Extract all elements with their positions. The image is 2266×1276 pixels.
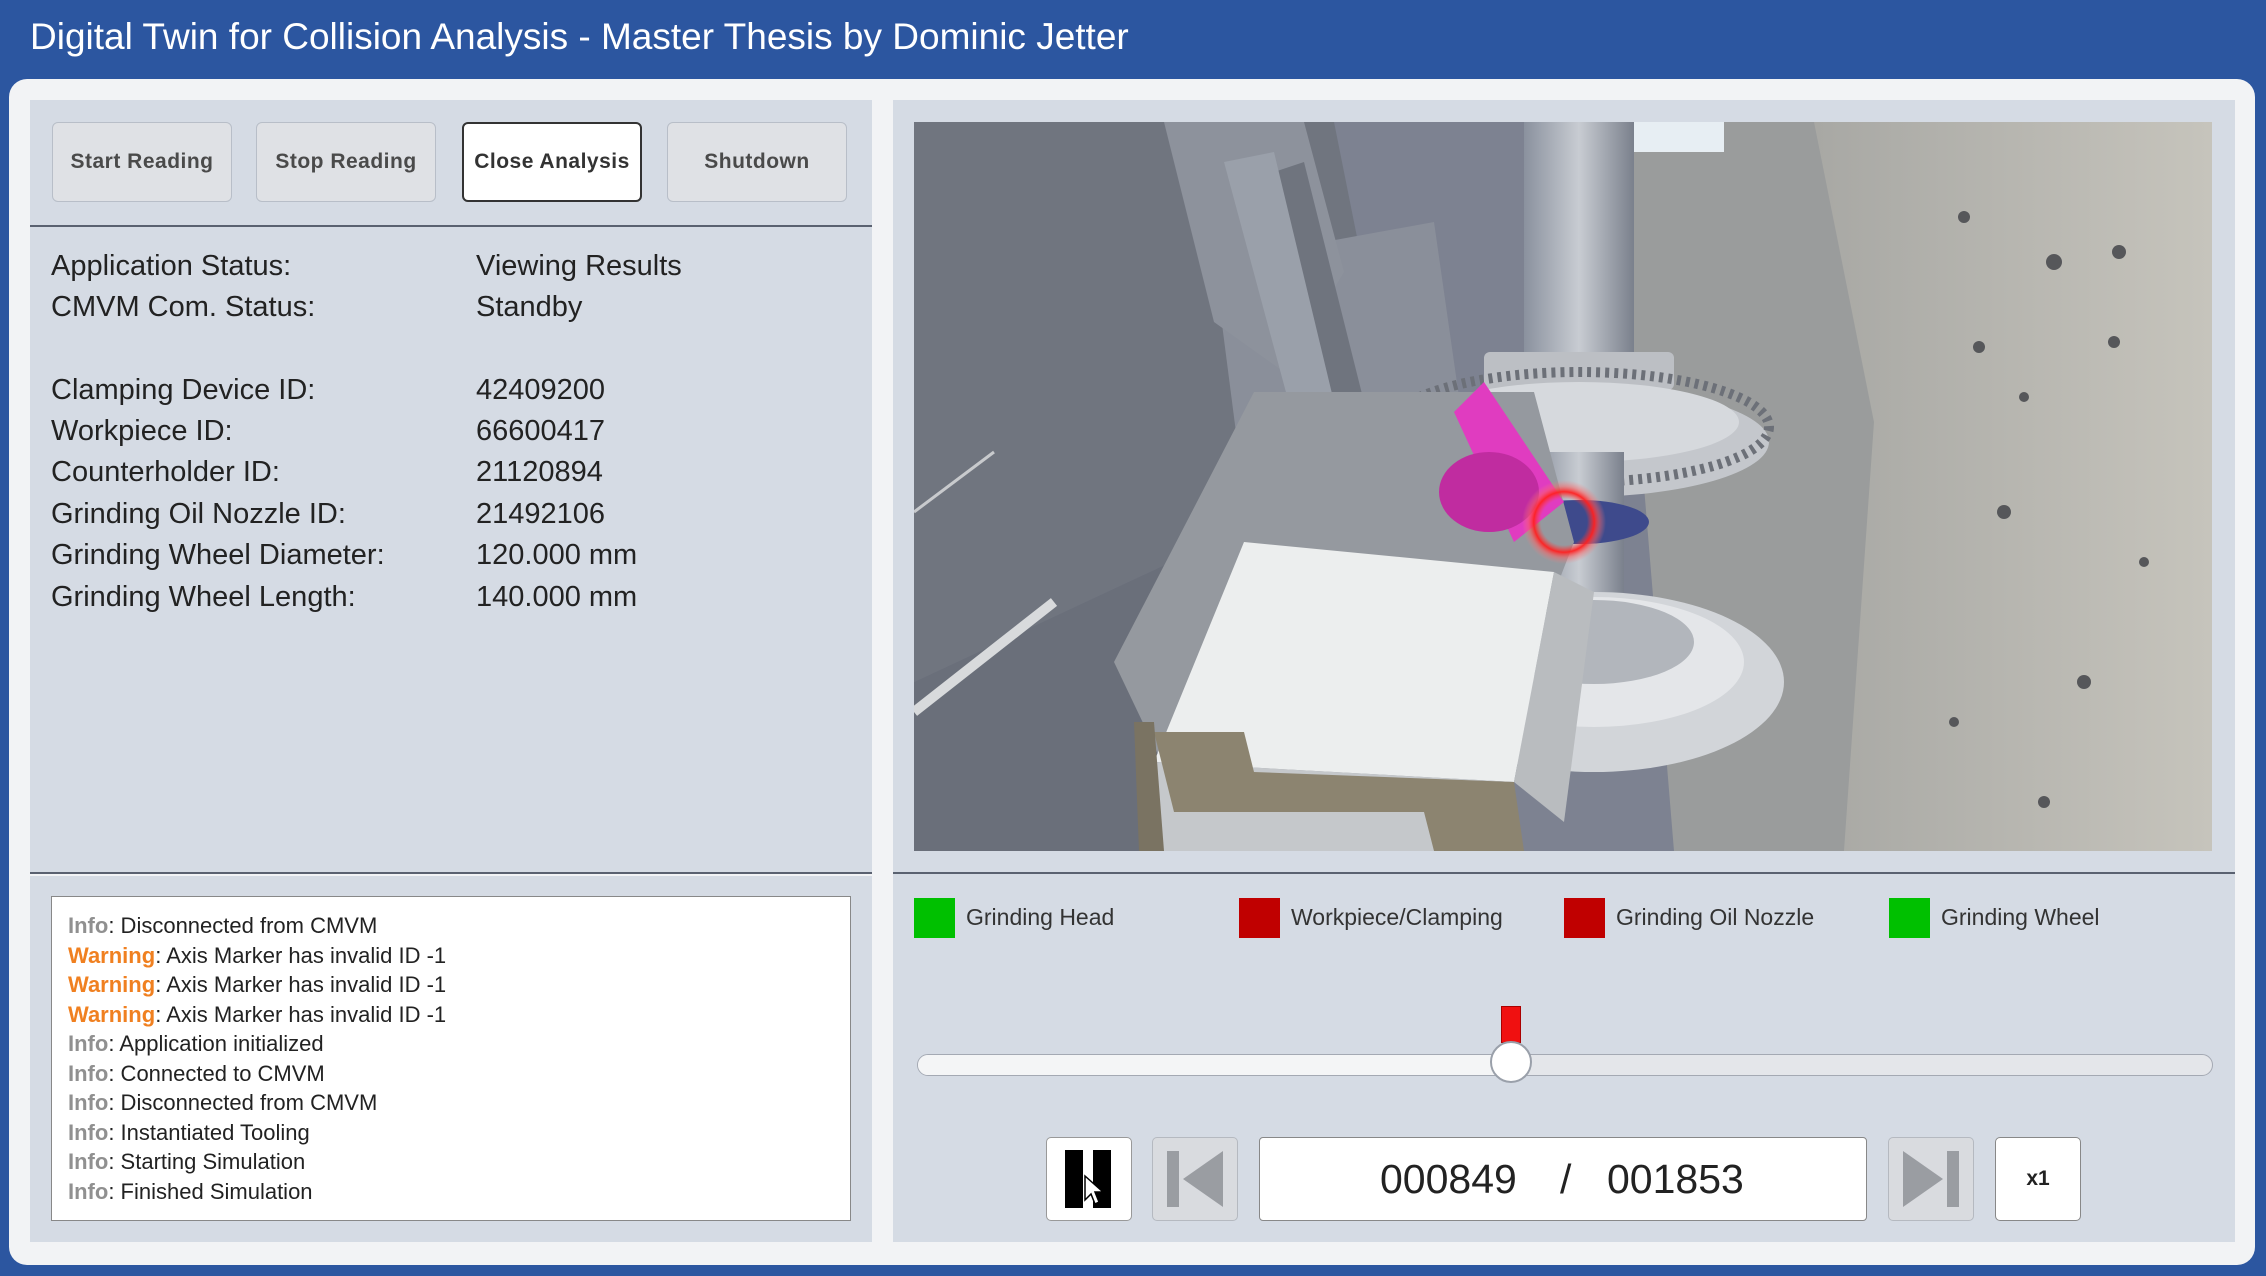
detail-label: Clamping Device ID: bbox=[51, 374, 316, 406]
detail-value: 66600417 bbox=[476, 415, 606, 447]
title-bar: Digital Twin for Collision Analysis - Ma… bbox=[0, 0, 2266, 78]
log-level: Info bbox=[68, 1149, 109, 1174]
log-line: Info: Instantiated Tooling bbox=[68, 1118, 836, 1148]
legend-label: Grinding Oil Nozzle bbox=[1616, 904, 1815, 930]
log-message: : Disconnected from CMVM bbox=[108, 913, 378, 938]
log-line: Info: Application initialized bbox=[68, 1029, 836, 1059]
detail-label: Grinding Wheel Length: bbox=[51, 581, 356, 613]
cmvm-status-row: CMVM Com. Status: Standby bbox=[51, 291, 582, 324]
log-level: Info bbox=[68, 1060, 109, 1086]
detail-label: Grinding Wheel Diameter: bbox=[51, 539, 385, 571]
step-forward-button[interactable] bbox=[1888, 1137, 1974, 1221]
application-status-value: Viewing Results bbox=[476, 250, 682, 282]
application-status-label: Application Status: bbox=[51, 250, 292, 282]
log-message: : Finished Simulation bbox=[108, 1178, 313, 1204]
log-console[interactable]: Info: Disconnected from CMVM Warning: Ax… bbox=[51, 896, 851, 1221]
frame-separator: / bbox=[1560, 1156, 1572, 1202]
timeline-fill bbox=[918, 1055, 1512, 1075]
log-level: Warning bbox=[68, 942, 156, 968]
status-swatch bbox=[1889, 898, 1930, 938]
log-line: Info: Finished Simulation bbox=[68, 1177, 836, 1207]
toolbar-divider bbox=[30, 225, 872, 227]
skip-back-icon bbox=[1167, 1151, 1223, 1207]
timeline-handle[interactable] bbox=[1489, 1041, 1532, 1083]
log-line: Info: Connected to CMVM bbox=[68, 1059, 836, 1089]
viewport-divider bbox=[893, 872, 2235, 874]
detail-label: Counterholder ID: bbox=[51, 456, 280, 488]
legend-label: Grinding Head bbox=[966, 904, 1115, 930]
log-message: : Starting Simulation bbox=[108, 1149, 306, 1174]
log-divider bbox=[30, 872, 872, 874]
application-status-row: Application Status: Viewing Results bbox=[51, 250, 682, 283]
log-line: Info: Disconnected from CMVM bbox=[68, 1088, 836, 1118]
timeline-slider[interactable] bbox=[917, 1054, 2213, 1076]
collision-marker bbox=[1500, 1006, 1521, 1043]
detail-row: Clamping Device ID: 42409200 bbox=[51, 374, 605, 407]
skip-forward-icon bbox=[1903, 1151, 1959, 1207]
log-message: : Application initialized bbox=[108, 1031, 324, 1056]
log-level: Info bbox=[68, 1031, 109, 1056]
log-message: : Axis Marker has invalid ID -1 bbox=[155, 972, 447, 997]
log-line: Info: Disconnected from CMVM bbox=[68, 911, 836, 941]
frame-counter: 000849 / 001853 bbox=[1259, 1137, 1867, 1221]
detail-value: 42409200 bbox=[476, 374, 606, 406]
cmvm-status-value: Standby bbox=[476, 291, 583, 323]
cmvm-status-label: CMVM Com. Status: bbox=[51, 291, 316, 323]
log-level: Warning bbox=[68, 1001, 156, 1027]
detail-value: 120.000 mm bbox=[476, 539, 638, 571]
status-swatch bbox=[1564, 898, 1605, 938]
detail-value: 140.000 mm bbox=[476, 581, 638, 613]
stop-reading-button[interactable]: Stop Reading bbox=[256, 122, 436, 202]
log-message: : Instantiated Tooling bbox=[108, 1119, 310, 1145]
detail-row: Grinding Oil Nozzle ID: 21492106 bbox=[51, 498, 605, 531]
machine-scene bbox=[914, 122, 2212, 851]
total-frames: 001853 bbox=[1607, 1156, 1744, 1202]
close-analysis-button[interactable]: Close Analysis bbox=[462, 122, 642, 202]
detail-value: 21492106 bbox=[476, 498, 606, 530]
shutdown-button[interactable]: Shutdown bbox=[667, 122, 847, 202]
log-level: Info bbox=[68, 913, 109, 938]
current-frame: 000849 bbox=[1380, 1156, 1517, 1202]
log-line: Warning: Axis Marker has invalid ID -1 bbox=[68, 941, 836, 971]
pause-button[interactable] bbox=[1046, 1137, 1132, 1221]
log-level: Info bbox=[68, 1178, 109, 1204]
legend-label: Workpiece/Clamping bbox=[1291, 904, 1503, 930]
log-message: : Connected to CMVM bbox=[108, 1060, 325, 1086]
status-swatch bbox=[914, 898, 955, 938]
status-swatch bbox=[1239, 898, 1280, 938]
log-line: Warning: Axis Marker has invalid ID -1 bbox=[68, 970, 836, 1000]
log-level: Info bbox=[68, 1119, 109, 1145]
playback-speed-button[interactable]: x1 bbox=[1995, 1137, 2081, 1221]
log-message: : Disconnected from CMVM bbox=[108, 1090, 378, 1115]
log-message: : Axis Marker has invalid ID -1 bbox=[155, 942, 447, 968]
log-message: : Axis Marker has invalid ID -1 bbox=[155, 1001, 447, 1027]
legend-label: Grinding Wheel bbox=[1941, 904, 2100, 930]
detail-row: Workpiece ID: 66600417 bbox=[51, 415, 605, 448]
detail-label: Grinding Oil Nozzle ID: bbox=[51, 498, 346, 530]
detail-value: 21120894 bbox=[476, 456, 603, 488]
log-level: Info bbox=[68, 1090, 109, 1115]
step-back-button[interactable] bbox=[1152, 1137, 1238, 1221]
log-level: Warning bbox=[68, 972, 156, 997]
detail-label: Workpiece ID: bbox=[51, 415, 233, 447]
log-line: Info: Starting Simulation bbox=[68, 1147, 836, 1177]
detail-row: Grinding Wheel Diameter: 120.000 mm bbox=[51, 539, 637, 572]
detail-row: Counterholder ID: 21120894 bbox=[51, 456, 603, 489]
detail-row: Grinding Wheel Length: 140.000 mm bbox=[51, 581, 637, 614]
3d-viewport[interactable] bbox=[914, 122, 2212, 851]
pause-icon bbox=[1065, 1150, 1111, 1208]
window-title: Digital Twin for Collision Analysis - Ma… bbox=[30, 16, 1129, 57]
start-reading-button[interactable]: Start Reading bbox=[52, 122, 232, 202]
log-line: Warning: Axis Marker has invalid ID -1 bbox=[68, 1000, 836, 1030]
